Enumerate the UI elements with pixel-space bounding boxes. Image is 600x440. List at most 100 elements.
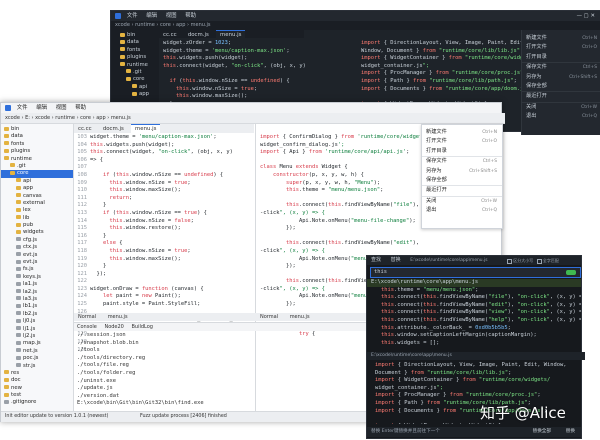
tree-file[interactable]: lj1.js	[1, 326, 73, 333]
breadcrumb-item[interactable]: menu.js	[111, 115, 131, 121]
code-line[interactable]: if (this.window.nSize == true) {	[90, 210, 255, 218]
code-line[interactable]: if (this.window.nSize == undefined) {	[163, 78, 358, 86]
menu-item[interactable]: 打开目录	[422, 147, 502, 158]
tree-file[interactable]: lj0.js	[1, 318, 73, 325]
search-result[interactable]: this.connect(this.findViewByName("help")…	[367, 317, 581, 325]
code-line[interactable]: super(p, x, y, w, h, "Menu");	[260, 180, 420, 188]
menu-item[interactable]: 退出 Ctrl+Q	[522, 112, 600, 121]
search-query[interactable]: this	[374, 269, 387, 275]
code-line[interactable]: this.connect(widget, "on-click", (obj, x…	[90, 149, 255, 157]
tree-folder[interactable]: app	[1, 185, 73, 192]
console-tab[interactable]: Console	[77, 324, 97, 330]
menu-item[interactable]: 保存文件 Ctrl+S	[422, 157, 502, 166]
back-window-controls[interactable]: — ▢ ✕	[577, 11, 595, 21]
menu-item[interactable]: 新建文件 Ctrl+N	[522, 34, 600, 43]
code-line[interactable]: import { ProcManager } from "runtime/cor…	[361, 70, 521, 78]
menu-item[interactable]: 最近打开	[422, 186, 502, 197]
menu-item[interactable]: 最近打开	[522, 92, 600, 103]
code-line[interactable]: this.theme = "menu/menu.json";	[260, 187, 420, 195]
code-line[interactable]: this.connect(this.findViewByName("edit")…	[260, 240, 420, 248]
replace-button[interactable]: 替换	[566, 427, 575, 437]
tree-file[interactable]: poc.js	[1, 355, 73, 362]
code-line[interactable]: let paint = new Paint();	[90, 293, 255, 301]
code-line[interactable]	[163, 70, 358, 78]
code-line[interactable]: import { Documents } from "runtime/core/…	[361, 86, 521, 94]
tree-file[interactable]: la2.js	[1, 289, 73, 296]
tree-file[interactable]: net.js	[1, 348, 73, 355]
search-result[interactable]: this.theme = "menu/menu.json";	[367, 287, 581, 295]
search-result[interactable]: this.connect(this.findViewByName("view")…	[367, 309, 581, 317]
tree-folder[interactable]: pub	[1, 222, 73, 229]
tree-folder[interactable]: plugins	[1, 148, 73, 155]
code-line[interactable]	[361, 93, 521, 101]
tree-file[interactable]: evt.js	[1, 252, 73, 259]
tree-file[interactable]: la3.js	[1, 296, 73, 303]
back-breadcrumb-item[interactable]: runtime	[135, 22, 155, 28]
menu-item[interactable]: 关闭 Ctrl+W	[422, 197, 502, 206]
option-checkbox[interactable]	[507, 258, 512, 264]
tree-folder[interactable]: lib	[1, 215, 73, 222]
code-line[interactable]: this.window.nSize = false;	[90, 218, 255, 226]
search-result[interactable]: this.connect(this.findViewByName("edit")…	[367, 302, 581, 310]
code-line[interactable]: import { Path } from "runtime/core/lib/p…	[361, 78, 521, 86]
tree-file[interactable]: lb2.js	[1, 311, 73, 318]
tree-folder[interactable]: widgets	[1, 229, 73, 236]
menu-item[interactable]: 保存全部	[522, 82, 600, 93]
menu-item[interactable]: 另存为 Ctrl+Shift+S	[522, 73, 600, 82]
tree-folder[interactable]: res	[1, 370, 73, 377]
tree-file[interactable]: lb1.js	[1, 303, 73, 310]
back-breadcrumb-item[interactable]: core	[160, 22, 171, 28]
back-menu-edit[interactable]: 编辑	[146, 13, 157, 19]
code-line[interactable]: this.window.maxSize();	[90, 187, 255, 195]
tree-folder[interactable]: bin	[1, 126, 73, 133]
back-breadcrumb-item[interactable]: app	[176, 22, 185, 28]
tree-folder[interactable]: plugins	[111, 54, 159, 61]
code-line[interactable]: this.connect(this.findViewByName("file")…	[260, 202, 420, 210]
tree-file[interactable]: lj2.js	[1, 333, 73, 340]
code-line[interactable]: widget_container.js";	[375, 385, 579, 393]
breadcrumb-item[interactable]: xcode	[35, 115, 50, 121]
tree-file[interactable]: .git	[111, 69, 159, 76]
code-line[interactable]	[260, 233, 420, 241]
tree-folder[interactable]: api	[111, 84, 159, 91]
code-line[interactable]: widget.onDraw = function (canvas) {	[90, 286, 255, 294]
code-line[interactable]	[260, 195, 420, 203]
breadcrumb-item[interactable]: app	[96, 115, 105, 121]
tree-folder[interactable]: runtime	[111, 62, 159, 69]
tree-folder[interactable]: external	[1, 200, 73, 207]
back-menu-file[interactable]: 文件	[127, 13, 138, 19]
tree-folder[interactable]: new	[1, 385, 73, 392]
tree-folder[interactable]: data	[111, 39, 159, 46]
breadcrumb-item[interactable]: runtime	[55, 115, 75, 121]
tree-folder[interactable]: lex	[1, 207, 73, 214]
menu-item[interactable]: 关闭 Ctrl+W	[522, 103, 600, 112]
code-line[interactable]: Document } from "runtime/core/lib/lib.js…	[375, 370, 579, 378]
code-line[interactable]: widget_container.js";	[361, 63, 521, 71]
search-tab-find[interactable]: 查找	[371, 257, 381, 263]
code-line[interactable]: import { DirectionLayout, View, Image, P…	[361, 40, 521, 48]
search-toggle[interactable]	[566, 270, 576, 275]
back-breadcrumb-item[interactable]: menu.js	[191, 22, 211, 28]
code-line[interactable]: Window, Document } from "runtime/core/li…	[361, 48, 521, 56]
menu-item[interactable]: 退出 Ctrl+Q	[422, 206, 502, 215]
back-tab-active[interactable]: menu.js	[216, 30, 246, 39]
code-line[interactable]: import { Api } from 'runtime/core/api/ap…	[260, 149, 420, 157]
back-menu-view[interactable]: 视图	[166, 13, 177, 19]
search-input[interactable]: this	[370, 267, 581, 278]
tree-file[interactable]: cfg.js	[1, 237, 73, 244]
main-menu-edit[interactable]: 编辑	[36, 105, 47, 111]
code-line[interactable]	[260, 157, 420, 165]
tree-folder[interactable]: app	[111, 91, 159, 98]
code-line[interactable]: constructor(p, x, y, w, h) {	[260, 172, 420, 180]
tab[interactable]: docm.js	[99, 125, 128, 133]
code-line[interactable]: -click", (x, y) => {	[260, 210, 420, 218]
search-result[interactable]: this.attribute._colorBack_ = 0xd0b5b5b5;	[367, 325, 581, 333]
tree-file[interactable]: la1.js	[1, 281, 73, 288]
back-tab[interactable]: docm.js	[184, 31, 213, 39]
console-tab[interactable]: BuildLog	[131, 324, 152, 330]
code-line[interactable]: widget.zOrder = 1023;	[163, 40, 358, 48]
tree-folder[interactable]: core	[1, 170, 73, 178]
code-line[interactable]: }	[90, 202, 255, 210]
code-line[interactable]: import { WidgetContainer } from "runtime…	[361, 55, 521, 63]
tree-folder[interactable]: runtime	[1, 156, 73, 163]
